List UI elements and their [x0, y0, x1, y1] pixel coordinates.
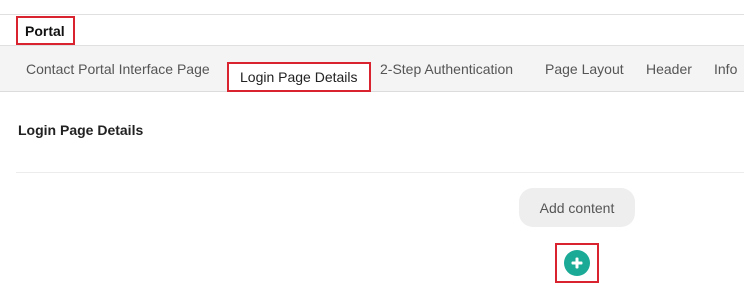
page: Portal Contact Portal Interface Page Log… — [0, 0, 744, 291]
tab-header[interactable]: Header — [646, 46, 692, 92]
add-content-highlight — [555, 243, 599, 283]
tab-2-step-authentication[interactable]: 2-Step Authentication — [380, 46, 513, 92]
tab-info[interactable]: Info — [714, 46, 737, 92]
tab-bar: Contact Portal Interface Page Login Page… — [0, 46, 744, 92]
tab-login-page-details[interactable]: Login Page Details — [227, 62, 371, 92]
plus-icon — [571, 257, 583, 269]
section-title: Login Page Details — [18, 122, 144, 138]
tab-page-layout[interactable]: Page Layout — [545, 46, 624, 92]
divider — [16, 172, 744, 173]
page-title: Portal — [16, 16, 75, 45]
title-bar: Portal — [0, 14, 744, 46]
tab-contact-portal-interface-page[interactable]: Contact Portal Interface Page — [26, 46, 210, 92]
add-button[interactable] — [564, 250, 590, 276]
add-content-button[interactable]: Add content — [519, 188, 635, 227]
